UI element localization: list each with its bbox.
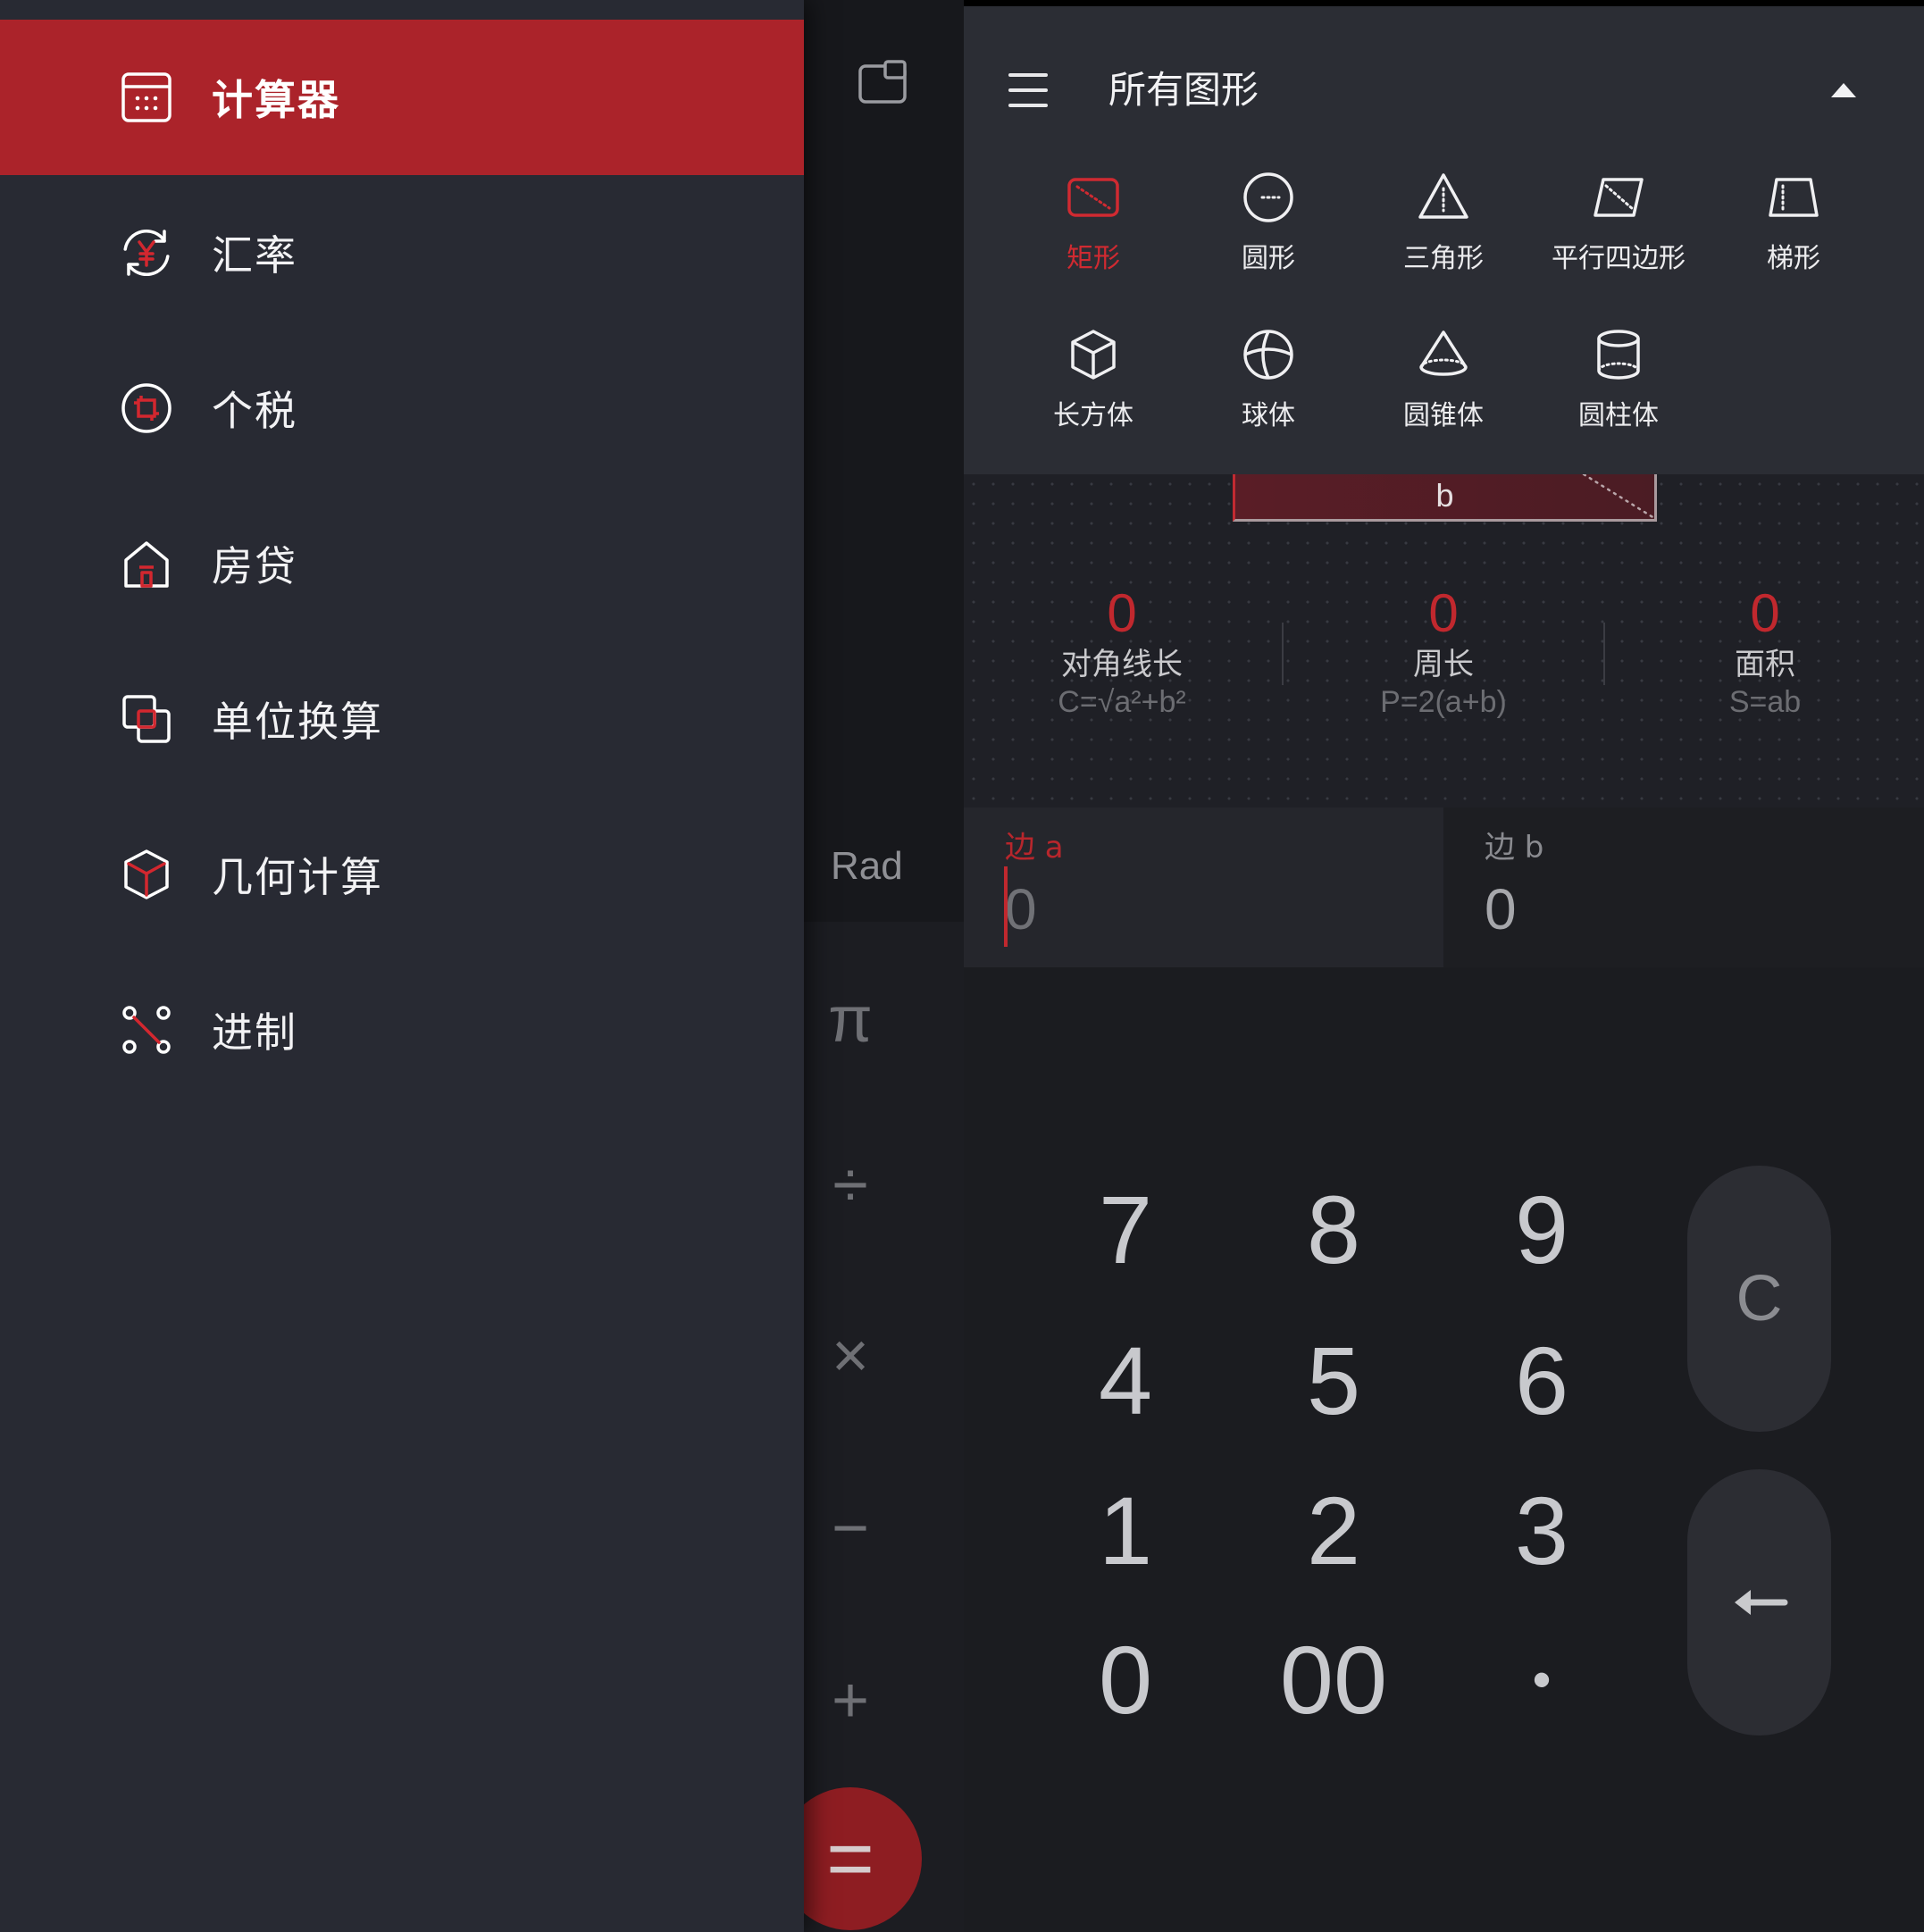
shape-label: 矩形: [1067, 243, 1120, 274]
key-1[interactable]: 1: [1036, 1464, 1215, 1598]
result-value: 0: [1750, 583, 1780, 643]
shape-circle[interactable]: 圆形: [1181, 169, 1356, 275]
shape-cylinder[interactable]: 圆柱体: [1531, 326, 1706, 432]
result-divider: [1282, 623, 1284, 685]
result-label: 对角线长: [1061, 647, 1183, 682]
picture-in-picture-icon[interactable]: [857, 59, 909, 105]
drawer-item-label: 房贷: [212, 542, 297, 590]
shape-label: 梯形: [1767, 243, 1820, 274]
result-label: 周长: [1413, 647, 1474, 682]
key-00[interactable]: 00: [1244, 1613, 1423, 1747]
parallelogram-icon: [1594, 178, 1644, 217]
key-8[interactable]: 8: [1244, 1163, 1423, 1297]
backspace-arrow-icon: [1734, 1590, 1787, 1615]
sphere-icon: [1243, 330, 1293, 380]
drawer-item-number-base[interactable]: 进制: [0, 952, 804, 1108]
shape-parallelogram[interactable]: 平行四边形: [1531, 169, 1706, 275]
rectangle-icon: [1067, 178, 1119, 217]
drawer-item-mortgage[interactable]: 房贷: [0, 486, 804, 641]
field-label: 边 b: [1485, 830, 1544, 866]
angle-mode-toggle[interactable]: Rad: [831, 843, 903, 890]
side-b-label: b: [1435, 477, 1454, 514]
drawer-item-label: 单位换算: [212, 698, 383, 746]
shape-label: 圆锥体: [1403, 400, 1484, 431]
drawer-item-geometry[interactable]: 几何计算: [0, 797, 804, 952]
status-bar: [964, 0, 1924, 6]
shape-label: 圆形: [1242, 243, 1295, 274]
side-b-field[interactable]: 边 b 0: [1443, 807, 1924, 967]
result-area: 0 面积 S=ab: [1631, 585, 1899, 721]
drawer-item-label: 个税: [212, 387, 297, 435]
cuboid-icon: [1071, 330, 1116, 380]
caret-up-icon[interactable]: [1831, 83, 1856, 97]
key-6[interactable]: 6: [1452, 1314, 1631, 1448]
shape-label: 圆柱体: [1578, 400, 1659, 431]
calculator-icon: [118, 69, 175, 126]
cube-icon: [118, 846, 175, 903]
keypad: [964, 967, 1924, 1932]
number-base-icon: [118, 1001, 175, 1058]
result-formula: S=ab: [1728, 685, 1802, 719]
side-a-field[interactable]: 边 a 0: [964, 807, 1443, 967]
income-tax-icon: [118, 380, 175, 437]
field-value: 0: [1005, 877, 1037, 941]
hamburger-icon[interactable]: [1008, 71, 1048, 109]
key-decimal-point[interactable]: •: [1452, 1613, 1631, 1747]
shape-rectangle[interactable]: 矩形: [1006, 169, 1181, 275]
circle-icon: [1243, 172, 1293, 222]
shape-label: 平行四边形: [1552, 243, 1686, 274]
drawer-item-label: 计算器: [212, 76, 340, 124]
drawer-item-label: 汇率: [212, 231, 297, 280]
shape-sphere[interactable]: 球体: [1181, 326, 1356, 432]
key-9[interactable]: 9: [1452, 1163, 1631, 1297]
cylinder-icon: [1597, 330, 1640, 380]
drawer-item-exchange-rate[interactable]: 汇率: [0, 175, 804, 330]
key-4[interactable]: 4: [1036, 1314, 1215, 1448]
result-value: 0: [1428, 583, 1459, 643]
result-label: 面积: [1735, 647, 1795, 682]
field-label: 边 a: [1005, 830, 1064, 866]
unit-conversion-icon: [118, 690, 175, 748]
key-3[interactable]: 3: [1452, 1464, 1631, 1598]
shape-label: 三角形: [1403, 243, 1484, 274]
field-value: 0: [1485, 877, 1517, 941]
drawer-item-label: 进制: [212, 1008, 297, 1057]
shape-label: 长方体: [1053, 400, 1133, 431]
triangle-icon: [1418, 173, 1468, 219]
result-formula: P=2(a+b): [1380, 685, 1507, 719]
clear-button[interactable]: C: [1687, 1166, 1831, 1432]
result-diagonal: 0 对角线长 C=√a²+b²: [988, 585, 1256, 721]
navigation-drawer: 计算器 汇率 个税 房贷 单位换算 几何计算 进制: [0, 0, 804, 1932]
exchange-rate-icon: [118, 224, 175, 281]
result-perimeter: 0 周长 P=2(a+b): [1309, 585, 1577, 721]
calculator-operator-column: [804, 922, 964, 1932]
drawer-item-unit-conversion[interactable]: 单位换算: [0, 641, 804, 797]
result-value: 0: [1107, 583, 1137, 643]
key-7[interactable]: 7: [1036, 1163, 1215, 1297]
backspace-button[interactable]: [1687, 1469, 1831, 1735]
result-divider: [1603, 623, 1605, 685]
key-2[interactable]: 2: [1244, 1464, 1423, 1598]
shape-cuboid[interactable]: 长方体: [1006, 326, 1181, 432]
shape-triangle[interactable]: 三角形: [1356, 169, 1531, 275]
key-0[interactable]: 0: [1036, 1613, 1215, 1747]
shape-cone[interactable]: 圆锥体: [1356, 326, 1531, 432]
result-formula: C=√a²+b²: [1058, 685, 1186, 719]
trapezoid-icon: [1769, 178, 1819, 217]
drawer-item-label: 几何计算: [212, 853, 383, 901]
text-cursor: [1004, 866, 1008, 947]
cone-icon: [1419, 330, 1468, 376]
key-5[interactable]: 5: [1244, 1314, 1423, 1448]
house-icon: [118, 535, 175, 592]
shape-label: 球体: [1242, 400, 1295, 431]
shape-trapezoid[interactable]: 梯形: [1706, 169, 1881, 275]
drawer-item-calculator[interactable]: 计算器: [0, 20, 804, 175]
drawer-item-income-tax[interactable]: 个税: [0, 330, 804, 486]
page-title: 所有图形: [1108, 68, 1259, 112]
